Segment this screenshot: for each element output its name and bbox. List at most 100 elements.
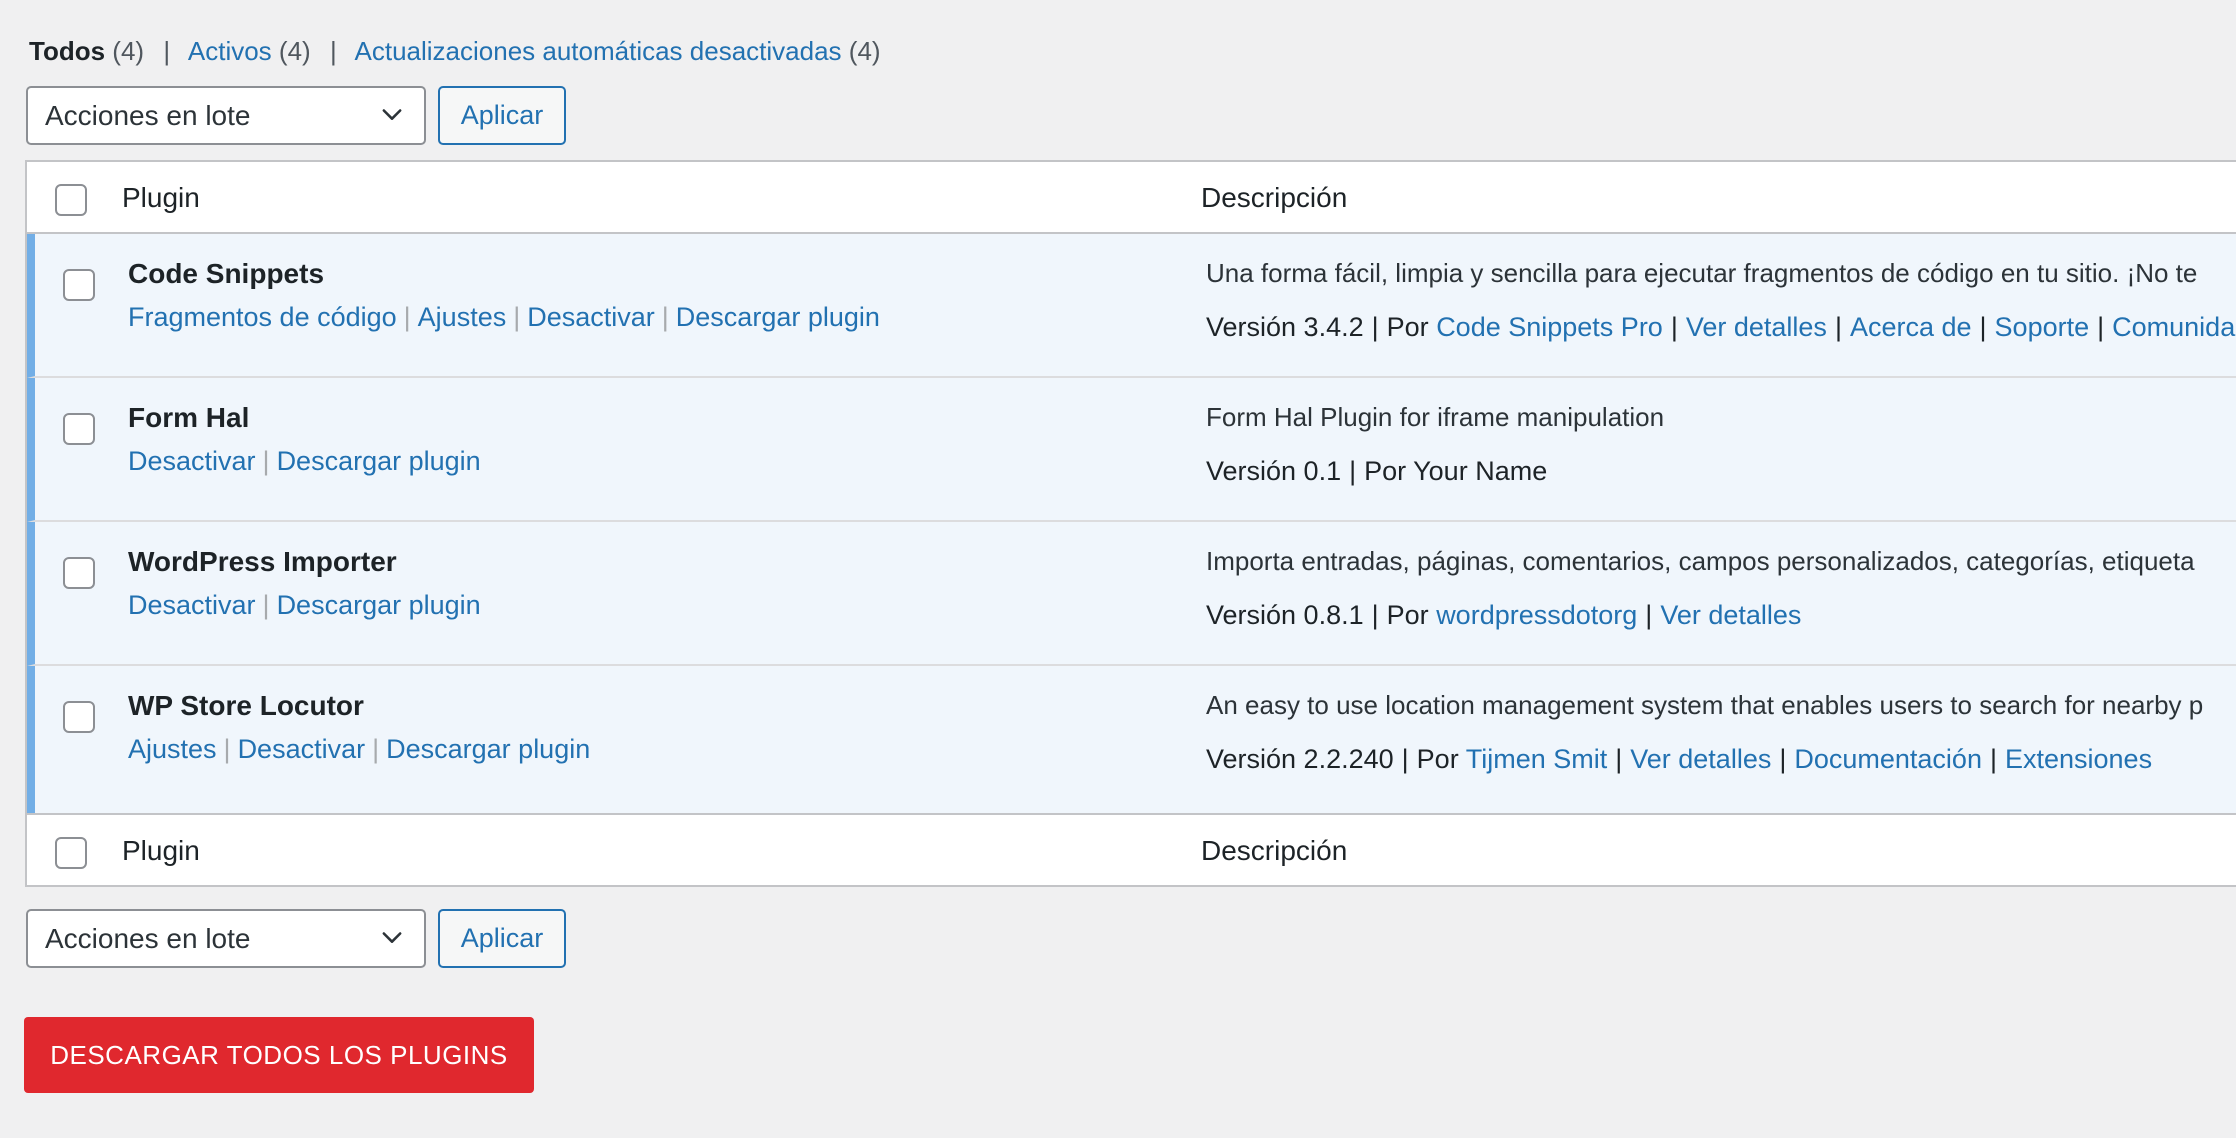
plugin-by: Por (1386, 600, 1429, 630)
extensions-link[interactable]: Extensiones (2005, 744, 2152, 774)
plugin-version: Versión 0.8.1 (1206, 600, 1364, 630)
filter-active[interactable]: Activos (188, 36, 272, 66)
action-separator: | (372, 734, 380, 764)
action-settings-link[interactable]: Ajustes (418, 302, 507, 332)
table-row: Form Hal Desactivar | Descargar plugin For… (27, 378, 2236, 522)
meta-separator: | (1979, 312, 1987, 342)
filter-auto-updates-off[interactable]: Actualizaciones automáticas desactivadas (355, 36, 842, 66)
bulk-actions-select-bottom[interactable]: Acciones en lote (26, 909, 426, 968)
meta-separator: | (1670, 312, 1678, 342)
column-header-description: Descripción (1201, 182, 1348, 213)
plugin-author-link[interactable]: wordpressdotorg (1436, 600, 1637, 630)
filter-all-count: (4) (112, 36, 145, 66)
row-checkbox[interactable] (63, 413, 95, 445)
filter-separator: | (329, 36, 337, 66)
action-deactivate-link[interactable]: Desactivar (128, 590, 256, 620)
action-separator: | (661, 302, 669, 332)
plugin-version: Versión 2.2.240 (1206, 744, 1394, 774)
filter-active-count: (4) (278, 36, 311, 66)
view-details-link[interactable]: Ver detalles (1686, 312, 1827, 342)
select-all-checkbox[interactable] (55, 184, 87, 216)
plugin-description: Importa entradas, páginas, comentarios, … (1206, 546, 2195, 576)
plugin-meta: Versión 0.1 | Por Your Name (1206, 456, 1547, 487)
documentation-link[interactable]: Documentación (1794, 744, 1982, 774)
column-footer-plugin: Plugin (122, 835, 200, 866)
apply-button-bottom[interactable]: Aplicar (438, 909, 566, 968)
action-snippets-link[interactable]: Fragmentos de código (128, 302, 397, 332)
meta-separator: | (1349, 456, 1357, 486)
download-all-plugins-button[interactable]: DESCARGAR TODOS LOS PLUGINS (24, 1017, 534, 1093)
meta-separator: | (1371, 312, 1379, 342)
bulk-actions-selected-value: Acciones en lote (45, 100, 251, 131)
filter-auto-updates-off-count: (4) (848, 36, 881, 66)
table-row: WordPress Importer Desactivar | Descargar … (27, 522, 2236, 666)
plugins-table: Plugin Descripción Code Snippets Fragmen… (25, 160, 2236, 887)
plugin-author-link[interactable]: Tijmen Smit (1466, 744, 1608, 774)
row-actions: Ajustes | Desactivar | Descargar plugin (128, 734, 590, 765)
row-actions: Fragmentos de código | Ajustes | Desactivar |… (128, 302, 880, 333)
about-link[interactable]: Acerca de (1850, 312, 1972, 342)
community-link[interactable]: Comunidad (2112, 312, 2236, 342)
select-all-checkbox-footer[interactable] (55, 837, 87, 869)
action-deactivate-link[interactable]: Desactivar (527, 302, 655, 332)
row-actions: Desactivar | Descargar plugin (128, 590, 481, 621)
meta-separator: | (1615, 744, 1623, 774)
row-checkbox[interactable] (63, 701, 95, 733)
plugin-version: Versión 0.1 (1206, 456, 1342, 486)
action-deactivate-link[interactable]: Desactivar (128, 446, 256, 476)
plugin-name: WP Store Locutor (128, 690, 364, 721)
action-download-plugin-link[interactable]: Descargar plugin (676, 302, 880, 332)
row-checkbox[interactable] (63, 269, 95, 301)
view-details-link[interactable]: Ver detalles (1630, 744, 1771, 774)
bulk-actions-selected-value: Acciones en lote (45, 923, 251, 954)
action-download-plugin-link[interactable]: Descargar plugin (277, 590, 481, 620)
bulk-actions-select[interactable]: Acciones en lote (26, 86, 426, 145)
plugin-name: Form Hal (128, 402, 250, 433)
meta-separator: | (1401, 744, 1409, 774)
meta-separator: | (1645, 600, 1653, 630)
meta-separator: | (1779, 744, 1787, 774)
bulk-actions-top: Acciones en lote Aplicar (26, 86, 566, 145)
plugin-description: An easy to use location management syste… (1206, 690, 2204, 720)
action-separator: | (403, 302, 411, 332)
action-separator: | (262, 590, 270, 620)
meta-separator: | (1371, 600, 1379, 630)
filter-separator: | (163, 36, 171, 66)
table-header: Plugin Descripción (27, 162, 2236, 234)
action-download-plugin-link[interactable]: Descargar plugin (277, 446, 481, 476)
view-details-link[interactable]: Ver detalles (1660, 600, 1801, 630)
column-footer-description: Descripción (1201, 835, 1348, 866)
table-row: Code Snippets Fragmentos de código | Ajust… (27, 234, 2236, 378)
filter-all[interactable]: Todos (29, 36, 105, 66)
action-deactivate-link[interactable]: Desactivar (238, 734, 366, 764)
plugin-version: Versión 3.4.2 (1206, 312, 1364, 342)
action-settings-link[interactable]: Ajustes (128, 734, 217, 764)
table-row: WP Store Locutor Ajustes | Desactivar | Desc… (27, 666, 2236, 813)
action-download-plugin-link[interactable]: Descargar plugin (386, 734, 590, 764)
meta-separator: | (1989, 744, 1997, 774)
chevron-down-icon (382, 932, 402, 943)
plugin-name: Code Snippets (128, 258, 325, 289)
bulk-actions-bottom: Acciones en lote Aplicar (26, 909, 566, 968)
plugin-name: WordPress Importer (128, 546, 397, 577)
plugin-by: Por (1416, 744, 1459, 774)
status-filter-links: Todos (4) | Activos (4) | Actualizacione… (29, 34, 881, 68)
row-checkbox[interactable] (63, 557, 95, 589)
plugin-by: Por Your Name (1364, 456, 1548, 486)
support-link[interactable]: Soporte (1995, 312, 2090, 342)
apply-button[interactable]: Aplicar (438, 86, 566, 145)
chevron-down-icon (382, 109, 402, 120)
plugin-description: Form Hal Plugin for iframe manipulation (1206, 402, 1665, 432)
column-header-plugin: Plugin (122, 182, 200, 213)
action-separator: | (513, 302, 521, 332)
row-actions: Desactivar | Descargar plugin (128, 446, 481, 477)
plugin-author-link[interactable]: Code Snippets Pro (1436, 312, 1663, 342)
plugin-meta: Versión 3.4.2 | Por Code Snippets Pro | Ver … (1206, 312, 2236, 343)
action-separator: | (223, 734, 231, 764)
meta-separator: | (2097, 312, 2105, 342)
plugin-description: Una forma fácil, limpia y sencilla para … (1206, 258, 2198, 288)
meta-separator: | (1834, 312, 1842, 342)
plugin-by: Por (1386, 312, 1429, 342)
table-footer: Plugin Descripción (27, 813, 2236, 885)
action-separator: | (262, 446, 270, 476)
